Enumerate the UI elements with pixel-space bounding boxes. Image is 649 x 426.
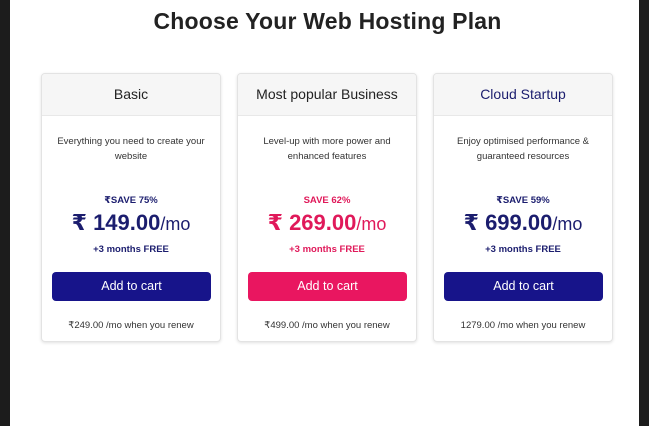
renewal-price: ₹249.00 /mo when you renew: [68, 320, 194, 331]
plan-description: Enjoy optimised performance & guaranteed…: [456, 136, 589, 162]
price-unit: /mo: [356, 214, 387, 234]
plan-bonus: +3 months FREE: [93, 244, 169, 255]
currency-symbol: ₹: [463, 210, 479, 235]
right-window-edge: [639, 0, 649, 426]
plan-bonus: +3 months FREE: [485, 244, 561, 255]
currency-symbol: ₹: [71, 210, 87, 235]
page-frame: Choose Your Web Hosting Plan Basic Every…: [0, 0, 649, 426]
plan-card-business: Most popular Business Level-up with more…: [237, 73, 417, 342]
plan-price: ₹ 269.00/mo: [238, 210, 416, 236]
plan-price: ₹ 699.00/mo: [434, 210, 612, 236]
plan-discount: SAVE 62%: [303, 195, 351, 206]
renewal-price: ₹499.00 /mo when you renew: [264, 320, 390, 331]
renewal-price: 1279.00 /mo when you renew: [460, 320, 586, 331]
add-to-cart-button-cloud-startup[interactable]: Add to cart: [444, 272, 603, 301]
price-unit: /mo: [552, 214, 583, 234]
currency-symbol: ₹: [267, 210, 283, 235]
plan-description: Everything you need to create your websi…: [57, 136, 205, 162]
plan-description: Level-up with more power and enhanced fe…: [263, 136, 391, 162]
plan-price: ₹ 149.00/mo: [42, 210, 220, 236]
price-amount: 269.00: [289, 210, 357, 235]
plan-bonus: +3 months FREE: [289, 244, 365, 255]
plan-card-cloud-startup: Cloud Startup Enjoy optimised performanc…: [433, 73, 613, 342]
price-amount: 149.00: [93, 210, 161, 235]
price-unit: /mo: [160, 214, 191, 234]
plan-name: Basic: [42, 74, 220, 116]
add-to-cart-button-business[interactable]: Add to cart: [248, 272, 407, 301]
plan-name: Cloud Startup: [434, 74, 612, 116]
plan-name: Most popular Business: [238, 74, 416, 116]
plan-discount: ₹SAVE 75%: [104, 195, 158, 206]
price-amount: 699.00: [485, 210, 553, 235]
left-window-edge: [0, 0, 10, 426]
plan-discount: ₹SAVE 59%: [496, 195, 550, 206]
plan-card-basic: Basic Everything you need to create your…: [41, 73, 221, 342]
add-to-cart-button-basic[interactable]: Add to cart: [52, 272, 211, 301]
page-title: Choose Your Web Hosting Plan: [153, 8, 502, 34]
